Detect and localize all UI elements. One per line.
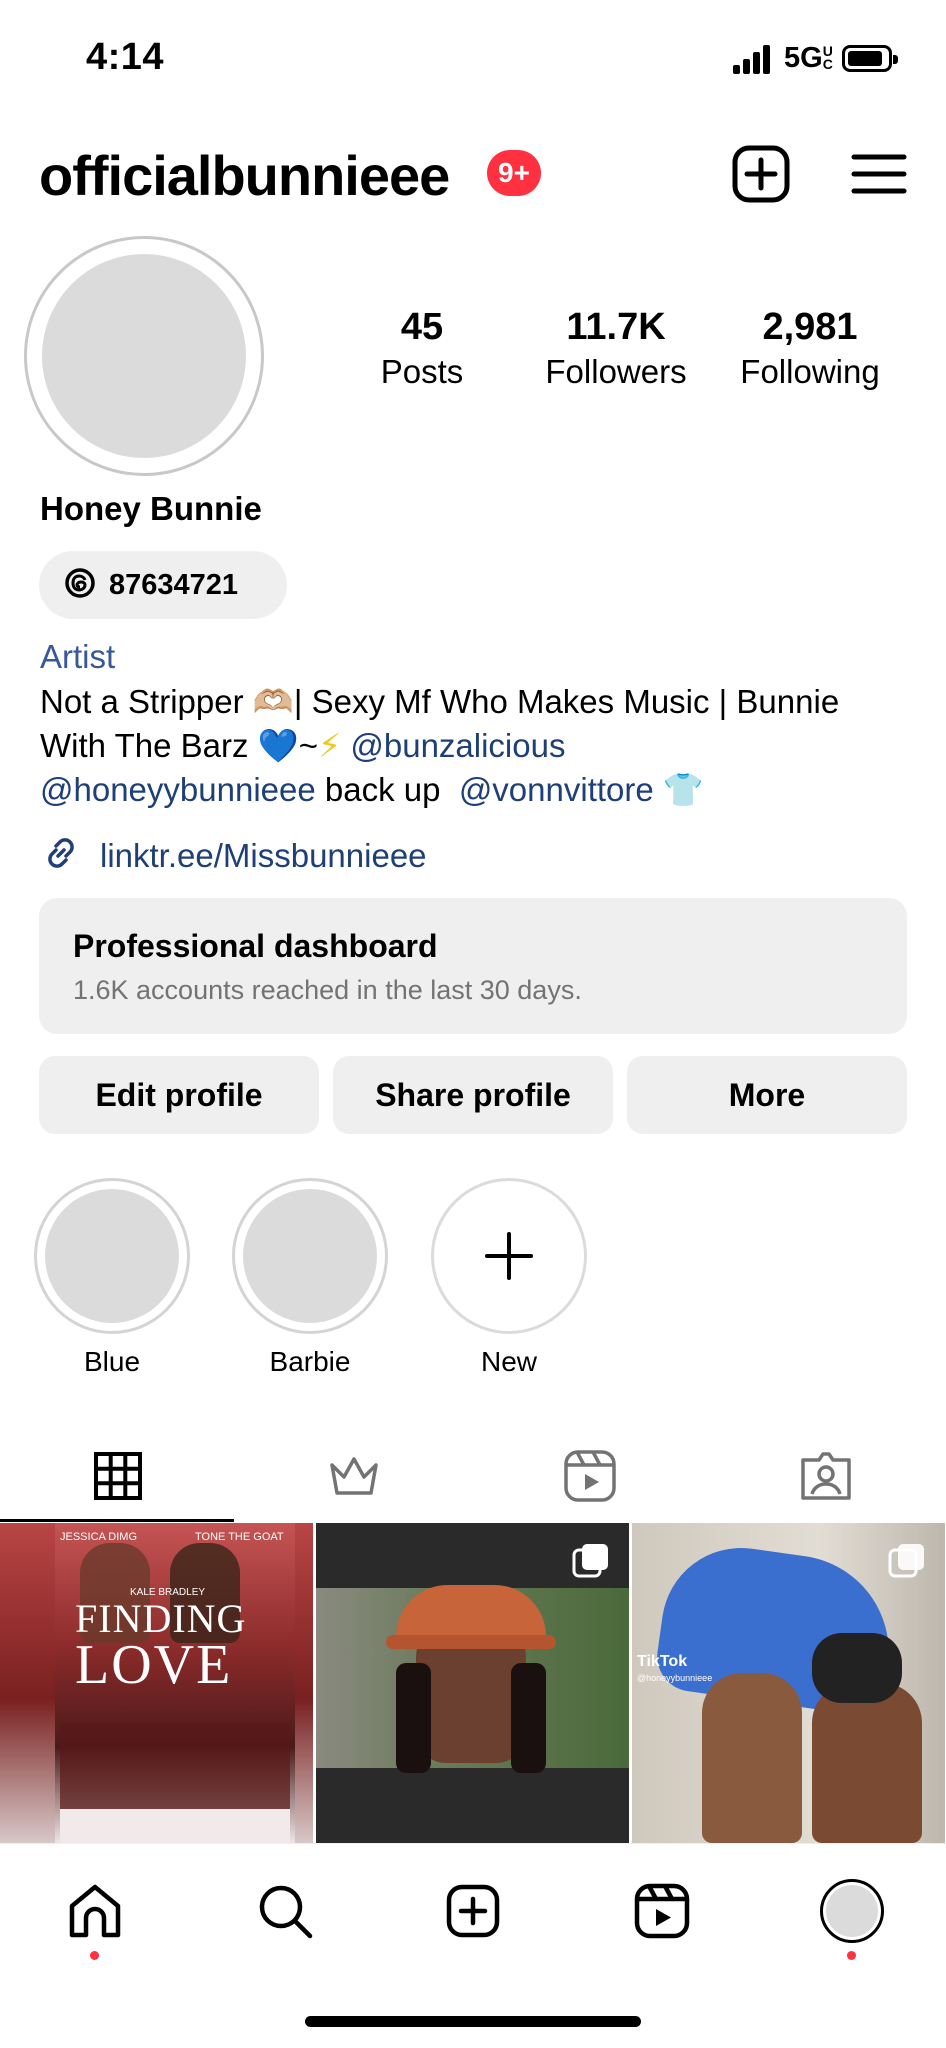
stat-label: Following <box>740 353 880 390</box>
highlight-cover <box>34 1178 190 1334</box>
reels-icon <box>564 1450 616 1502</box>
stat-value: 11.7K <box>566 306 666 348</box>
nav-profile[interactable] <box>817 1876 887 1946</box>
poster-title: LOVE <box>75 1634 233 1696</box>
tab-reels[interactable] <box>472 1430 708 1522</box>
signal-icon <box>733 44 773 74</box>
home-icon <box>69 1884 121 1938</box>
create-post-icon[interactable] <box>730 143 792 205</box>
nav-home[interactable] <box>60 1876 130 1946</box>
network-label: 5GUC <box>784 42 833 74</box>
nav-create[interactable] <box>438 1876 508 1946</box>
stat-value: 2,981 <box>762 306 858 348</box>
bio-text: Not a Stripper 🫶🏼| Sexy Mf Who Makes Mus… <box>40 683 840 720</box>
tab-tagged[interactable] <box>708 1430 944 1522</box>
status-time: 4:14 <box>86 36 165 78</box>
reels-icon <box>634 1883 690 1939</box>
bio-text: ~ <box>298 727 319 764</box>
avatar-image <box>42 254 246 458</box>
post-thumbnail[interactable]: JESSICA DIMG TONE THE GOAT KALE BRADLEY … <box>0 1523 313 1843</box>
profile-category: Artist <box>40 638 116 675</box>
nav-search[interactable] <box>250 1876 320 1946</box>
bio-line-3: @honeyybunnieee back up @vonnvittore 👕 <box>40 768 920 812</box>
bio-mention-link[interactable]: @honeyybunnieee <box>40 771 316 808</box>
profile-avatar[interactable] <box>24 236 264 476</box>
posts-grid: JESSICA DIMG TONE THE GOAT KALE BRADLEY … <box>0 1523 946 1843</box>
post-thumbnail[interactable] <box>316 1523 629 1843</box>
notification-dot <box>847 1951 856 1960</box>
dashboard-subtitle: 1.6K accounts reached in the last 30 day… <box>73 975 582 1005</box>
search-icon <box>259 1885 313 1939</box>
bio-text: back up <box>315 771 459 808</box>
tab-posts-grid[interactable] <box>0 1430 236 1522</box>
bio-mention-link[interactable]: @bunzalicious <box>350 727 565 764</box>
tiktok-watermark: TikTok <box>637 1653 688 1670</box>
professional-dashboard-card[interactable]: Professional dashboard 1.6K accounts rea… <box>39 898 907 1034</box>
stat-following[interactable]: 2,981 Following <box>715 306 905 391</box>
profile-tabs <box>0 1430 946 1522</box>
poster-credit: TONE THE GOAT <box>195 1531 284 1543</box>
crown-icon <box>330 1457 378 1495</box>
status-bar: 4:14 5GUC <box>0 0 946 120</box>
poster-credit: JESSICA DIMG <box>60 1531 138 1543</box>
bio-line-1: Not a Stripper 🫶🏼| Sexy Mf Who Makes Mus… <box>40 680 920 724</box>
more-button[interactable]: More <box>627 1056 907 1134</box>
profile-bio: Not a Stripper 🫶🏼| Sexy Mf Who Makes Mus… <box>40 680 920 812</box>
battery-icon <box>842 45 898 72</box>
highlight-label: Barbie <box>269 1346 351 1377</box>
profile-link[interactable]: linktr.ee/Missbunnieee <box>40 832 427 879</box>
stat-label: Posts <box>380 353 464 390</box>
edit-profile-button[interactable]: Edit profile <box>39 1056 319 1134</box>
shirt-emoji: 👕 <box>662 771 705 808</box>
highlight-barbie[interactable]: Barbie <box>232 1178 388 1378</box>
highlight-label: Blue <box>83 1346 141 1377</box>
hamburger-menu-icon[interactable] <box>848 143 910 205</box>
tiktok-handle: @honeyybunnieee <box>637 1673 713 1683</box>
tab-subscriptions[interactable] <box>236 1430 472 1522</box>
highlight-label: New <box>480 1346 537 1377</box>
plus-icon <box>485 1232 533 1280</box>
bio-line-2: With The Barz 💙~⚡ @bunzalicious <box>40 724 920 768</box>
create-icon <box>446 1884 500 1938</box>
profile-full-name: Honey Bunnie <box>40 490 262 527</box>
stat-followers[interactable]: 11.7K Followers <box>521 306 711 391</box>
blue-heart-emoji: 💙 <box>257 727 299 764</box>
grid-icon <box>94 1452 142 1500</box>
tagged-icon <box>801 1452 851 1500</box>
stat-value: 45 <box>400 306 444 348</box>
new-highlight-circle <box>431 1178 587 1334</box>
nav-reels[interactable] <box>627 1876 697 1946</box>
highlight-blue[interactable]: Blue <box>34 1178 190 1378</box>
bio-text: With The Barz <box>40 727 258 764</box>
stat-posts[interactable]: 45 Posts <box>327 306 517 391</box>
highlight-cover <box>232 1178 388 1334</box>
home-indicator <box>305 2016 641 2027</box>
share-profile-button[interactable]: Share profile <box>333 1056 613 1134</box>
stat-label: Followers <box>545 353 687 390</box>
carousel-icon <box>888 1544 924 1578</box>
notification-badge[interactable]: 9+ <box>487 150 541 196</box>
bio-mention-link[interactable]: @vonnvittore <box>459 771 654 808</box>
lightning-emoji: ⚡ <box>318 727 342 764</box>
dashboard-title: Professional dashboard <box>73 928 438 964</box>
active-tab-indicator <box>0 1519 234 1522</box>
carousel-icon <box>572 1544 608 1578</box>
threads-icon <box>63 566 97 605</box>
profile-username[interactable]: officialbunnieee <box>39 143 450 208</box>
link-url[interactable]: linktr.ee/Missbunnieee <box>100 837 427 875</box>
post-thumbnail[interactable]: TikTok @honeyybunnieee <box>632 1523 945 1843</box>
notification-dot <box>90 1951 99 1960</box>
link-icon <box>40 832 82 879</box>
new-highlight-button[interactable]: New <box>431 1178 587 1378</box>
threads-id: 87634721 <box>109 568 239 601</box>
profile-avatar-small <box>820 1879 884 1943</box>
threads-badge[interactable]: 87634721 <box>39 551 287 619</box>
